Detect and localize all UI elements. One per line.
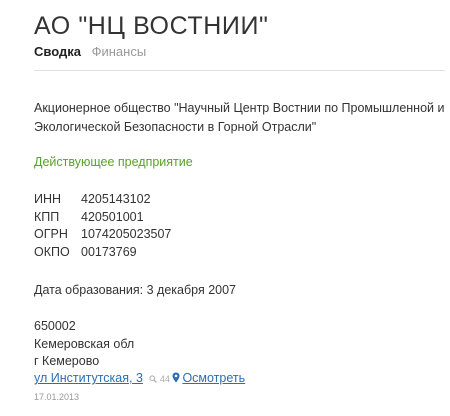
view-on-map-link[interactable]: Осмотреть	[182, 371, 245, 385]
tab-summary[interactable]: Сводка	[34, 44, 81, 59]
address-block: 650002 Кемеровская обл г Кемерово	[34, 318, 134, 371]
code-row-inn: ИНН 4205143102	[34, 191, 171, 209]
views-counter: 44	[149, 374, 172, 384]
code-row-ogrn: ОГРН 1074205023507	[34, 226, 171, 244]
page-title: АО "НЦ ВОСТНИИ"	[34, 12, 269, 40]
street-row: ул Институтская, 3 44 Осмотреть	[34, 371, 245, 385]
codes-table: ИНН 4205143102 КПП 420501001 ОГРН 107420…	[34, 191, 171, 261]
updated-date: 17.01.2013	[34, 392, 80, 402]
search-icon	[149, 374, 160, 384]
address-region: Кемеровская обл	[34, 336, 135, 351]
code-value: 00173769	[81, 244, 137, 259]
tabs: Сводка Финансы	[34, 44, 146, 59]
address-city: г Кемерово	[34, 354, 100, 368]
code-key: ИНН	[34, 192, 62, 206]
code-key: ОГРН	[34, 227, 68, 241]
code-key: КПП	[34, 209, 60, 224]
views-count: 44	[159, 374, 170, 384]
street-link[interactable]: ул Институтская, 3	[34, 371, 143, 385]
address-postcode: 650002	[34, 319, 76, 333]
divider	[34, 70, 445, 71]
tab-finances[interactable]: Финансы	[92, 44, 147, 59]
code-row-kpp: КПП 420501001	[34, 209, 171, 227]
code-value: 4205143102	[81, 192, 151, 206]
status-badge: Действующее предприятие	[34, 155, 193, 169]
code-row-okpo: ОКПО 00173769	[34, 244, 171, 262]
code-value: 420501001	[81, 209, 144, 224]
code-key: ОКПО	[34, 244, 70, 259]
company-full-name: Акционерное общество "Научный Центр Вост…	[34, 101, 445, 134]
founded-date: Дата образования: 3 декабря 2007	[34, 283, 237, 297]
map-pin-icon[interactable]	[172, 371, 180, 385]
code-value: 1074205023507	[81, 227, 172, 241]
